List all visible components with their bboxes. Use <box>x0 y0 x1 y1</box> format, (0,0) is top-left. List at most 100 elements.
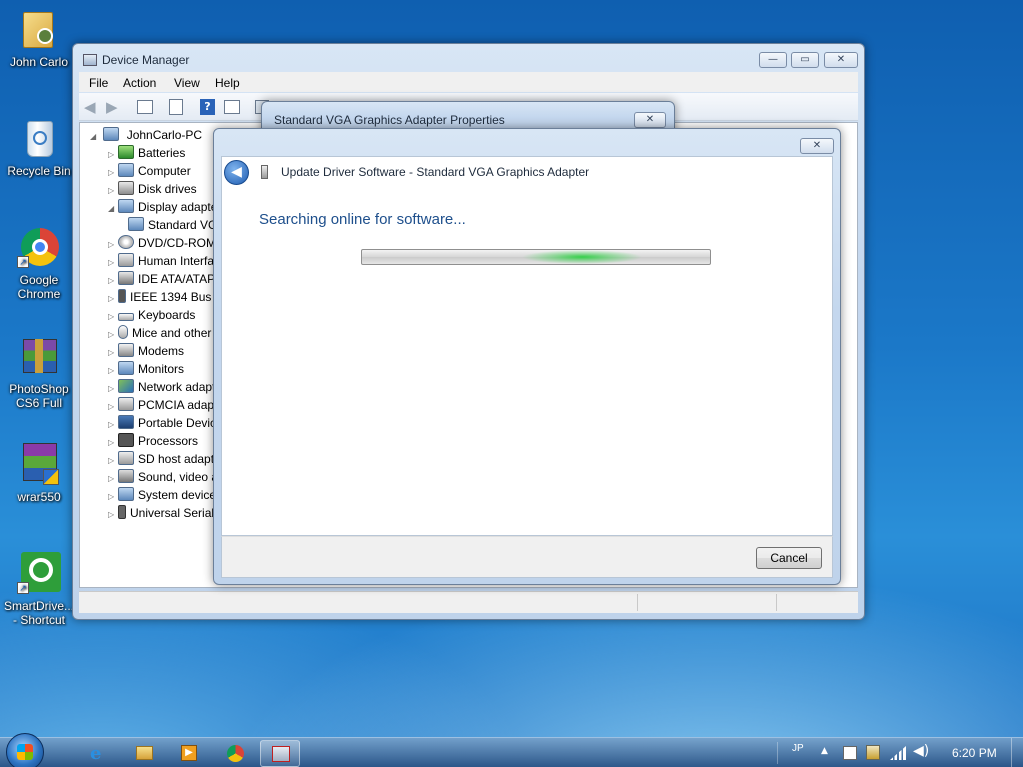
network-signal-icon[interactable] <box>890 746 906 760</box>
desktop-icon-smartdriver[interactable]: ↗ SmartDrive... - Shortcut <box>4 552 74 627</box>
taskbar-internet-explorer[interactable]: e <box>78 740 118 767</box>
expand-arrow-icon[interactable]: ▷ <box>108 416 118 432</box>
tree-item-modems[interactable]: ▷ Modems <box>108 342 213 360</box>
desktop-icon-photoshop[interactable]: PhotoShop CS6 Full <box>4 335 74 410</box>
expand-arrow-icon[interactable]: ▷ <box>108 308 118 324</box>
tree-item-system[interactable]: ▷ System devices <box>108 486 213 504</box>
show-hidden-icons-icon[interactable]: ▲ <box>821 746 828 756</box>
tree-item-label: IDE ATA/ATAPI controllers <box>138 272 213 286</box>
tree-item-keyboards[interactable]: ▷ Keyboards <box>108 306 213 324</box>
tree-item-ide[interactable]: ▷ IDE ATA/ATAPI controllers <box>108 270 213 288</box>
expand-arrow-icon[interactable]: ▷ <box>108 164 118 180</box>
tree-item-label: Batteries <box>138 146 186 160</box>
expand-arrow-icon[interactable]: ▷ <box>108 254 118 270</box>
keyboard-icon <box>118 313 134 321</box>
taskbar-device-manager[interactable] <box>260 740 300 767</box>
desktop-icon-wrar550[interactable]: wrar550 <box>4 443 74 504</box>
desktop-icon-chrome[interactable]: ↗ Google Chrome <box>4 226 74 301</box>
desktop-icon-recycle-bin[interactable]: Recycle Bin <box>4 117 74 178</box>
device-manager-icon <box>272 746 290 762</box>
view-icon[interactable] <box>224 100 240 114</box>
tree-item-sd-host[interactable]: ▷ SD host adapters <box>108 450 213 468</box>
collapse-arrow-icon[interactable]: ◢ <box>90 128 100 144</box>
back-icon[interactable]: ◀ <box>84 98 96 116</box>
menu-file[interactable]: File <box>89 76 108 90</box>
language-indicator[interactable]: JP <box>792 743 804 754</box>
security-icon[interactable] <box>866 745 880 760</box>
taskbar-chrome[interactable] <box>215 740 255 767</box>
expand-arrow-icon[interactable]: ▷ <box>108 506 118 522</box>
help-icon[interactable]: ? <box>200 99 215 115</box>
tree-item-portable[interactable]: ▷ Portable Devices <box>108 414 213 432</box>
tree-item-sound[interactable]: ▷ Sound, video and game controllers <box>108 468 213 486</box>
properties-close-button[interactable]: ✕ <box>634 112 666 128</box>
desktop-icon-label: PhotoShop <box>9 382 69 396</box>
tree-item-standard-vga[interactable]: Standard VGA Graphics Adapter <box>128 216 213 234</box>
expand-arrow-icon[interactable]: ▷ <box>108 452 118 468</box>
expand-arrow-icon[interactable]: ▷ <box>108 398 118 414</box>
tree-item-dvd-cdrom[interactable]: ▷ DVD/CD-ROM drives <box>108 234 213 252</box>
status-bar <box>79 591 858 613</box>
menu-help[interactable]: Help <box>215 76 240 90</box>
expand-arrow-icon[interactable]: ▷ <box>108 290 118 306</box>
back-arrow-icon: ◀ <box>231 164 242 180</box>
recycle-bin-icon <box>17 117 61 161</box>
properties-icon[interactable] <box>169 99 183 115</box>
expand-arrow-icon[interactable]: ▷ <box>108 272 118 288</box>
minimize-button[interactable]: — <box>759 52 787 68</box>
smartdriver-shortcut-icon: ↗ <box>17 552 61 596</box>
cancel-button[interactable]: Cancel <box>756 547 822 569</box>
expand-arrow-icon[interactable]: ▷ <box>108 236 118 252</box>
expand-arrow-icon[interactable]: ▷ <box>108 470 118 486</box>
tree-item-batteries[interactable]: ▷ Batteries <box>108 144 213 162</box>
action-center-flag-icon[interactable] <box>843 746 857 760</box>
forward-icon[interactable]: ▶ <box>106 98 118 116</box>
media-player-icon: ▶ <box>181 745 197 761</box>
volume-icon[interactable]: ◀) <box>913 743 929 759</box>
menu-action[interactable]: Action <box>123 76 156 90</box>
maximize-button[interactable]: ▭ <box>791 52 819 68</box>
tree-item-processors[interactable]: ▷ Processors <box>108 432 213 450</box>
tree-item-usb[interactable]: ▷ Universal Serial Bus controllers <box>108 504 213 522</box>
winrar-archive-icon <box>17 335 61 379</box>
wizard-close-button[interactable]: ✕ <box>800 138 834 154</box>
tree-item-disk-drives[interactable]: ▷ Disk drives <box>108 180 213 198</box>
wizard-status-heading: Searching online for software... <box>259 211 466 228</box>
expand-arrow-icon[interactable]: ▷ <box>108 344 118 360</box>
expand-arrow-icon[interactable]: ▷ <box>108 326 118 342</box>
expand-arrow-icon[interactable]: ▷ <box>108 182 118 198</box>
taskbar-media-player[interactable]: ▶ <box>169 740 209 767</box>
show-desktop-button[interactable] <box>1011 738 1023 767</box>
desktop-icon-label-line2: CS6 Full <box>15 396 62 410</box>
portable-device-icon <box>118 415 134 429</box>
tree-item-hid[interactable]: ▷ Human Interface Devices <box>108 252 213 270</box>
expand-arrow-icon[interactable]: ▷ <box>108 362 118 378</box>
close-button[interactable]: ✕ <box>824 52 858 68</box>
tree-item-monitors[interactable]: ▷ Monitors <box>108 360 213 378</box>
start-button[interactable] <box>6 733 44 767</box>
expand-arrow-icon[interactable]: ▷ <box>108 434 118 450</box>
taskbar-windows-explorer[interactable] <box>124 740 164 767</box>
menu-view[interactable]: View <box>174 76 200 90</box>
tree-item-display-adapters[interactable]: ◢ Display adapters <box>108 198 213 216</box>
tree-item-label: Display adapters <box>138 200 213 214</box>
desktop-icon-user-folder[interactable]: John Carlo <box>4 8 74 69</box>
collapse-arrow-icon[interactable]: ◢ <box>108 200 118 216</box>
tree-item-ieee1394[interactable]: ▷ IEEE 1394 Bus host controllers <box>108 288 213 306</box>
expand-arrow-icon[interactable]: ▷ <box>108 488 118 504</box>
tree-item-network[interactable]: ▷ Network adapters <box>108 378 213 396</box>
tree-item-label: Portable Devices <box>138 416 213 430</box>
tree-root[interactable]: ◢ JohnCarlo-PC <box>90 126 202 144</box>
expand-arrow-icon[interactable]: ▷ <box>108 146 118 162</box>
desktop-icon-label: Recycle Bin <box>7 164 71 178</box>
tree-item-pcmcia[interactable]: ▷ PCMCIA adapters <box>108 396 213 414</box>
clock-time[interactable]: 6:20 PM <box>952 746 997 760</box>
tree-item-label: Universal Serial Bus controllers <box>130 506 213 520</box>
back-button[interactable]: ◀ <box>224 160 249 185</box>
expand-arrow-icon[interactable]: ▷ <box>108 380 118 396</box>
device-manager-titlebar[interactable]: Device Manager — ▭ ✕ <box>73 44 864 74</box>
tree-item-mice[interactable]: ▷ Mice and other pointing devices <box>108 324 213 342</box>
show-hide-console-icon[interactable] <box>137 100 153 114</box>
tree-item-computer[interactable]: ▷ Computer <box>108 162 213 180</box>
tree-root-label: JohnCarlo-PC <box>126 128 203 142</box>
